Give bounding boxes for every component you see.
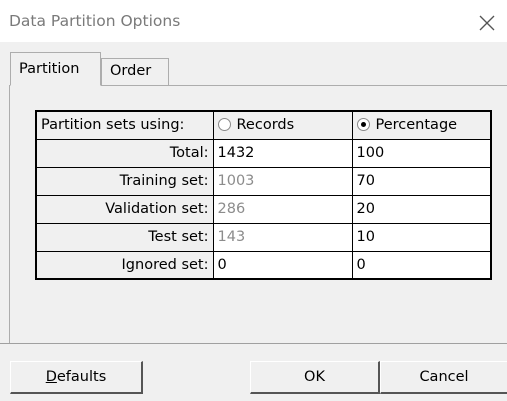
table-row: Ignored set: 0 0 [35, 250, 492, 280]
table-row: Total: 1432 100 [35, 138, 492, 168]
table-row: Test set: 143 10 [35, 222, 492, 252]
percentage-radio[interactable]: Percentage [351, 110, 492, 140]
row-label: Ignored set: [35, 250, 214, 280]
percentage-cell[interactable]: 70 [351, 166, 492, 196]
defaults-button[interactable]: Defaults [10, 361, 143, 394]
records-cell: 1003 [212, 166, 353, 196]
partition-table: Partition sets using: Records Percentage… [35, 110, 492, 280]
title-bar: Data Partition Options [0, 0, 507, 42]
tab-partition-label: Partition [19, 61, 80, 77]
records-cell[interactable]: 0 [212, 250, 353, 280]
percentage-cell[interactable]: 10 [351, 222, 492, 252]
close-icon[interactable] [474, 10, 500, 36]
records-cell: 286 [212, 194, 353, 224]
records-cell[interactable]: 1432 [212, 138, 353, 168]
ok-button[interactable]: OK [250, 361, 380, 394]
row-label: Training set: [35, 166, 214, 196]
percentage-cell[interactable]: 0 [351, 250, 492, 280]
button-separator [0, 343, 507, 344]
row-label: Test set: [35, 222, 214, 252]
tab-order-label: Order [110, 63, 152, 79]
row-label: Validation set: [35, 194, 214, 224]
tab-order[interactable]: Order [101, 58, 169, 86]
records-radio[interactable]: Records [212, 110, 353, 140]
percentage-cell[interactable]: 20 [351, 194, 492, 224]
tab-partition[interactable]: Partition [10, 52, 101, 86]
window-title: Data Partition Options [9, 12, 181, 30]
row-label: Total: [35, 138, 214, 168]
defaults-accelerator: D [45, 369, 57, 385]
percentage-radio-label: Percentage [375, 117, 458, 134]
cancel-button[interactable]: Cancel [380, 361, 507, 394]
partition-sets-label: Partition sets using: [35, 110, 214, 140]
defaults-label: efaults [56, 369, 107, 385]
table-row: Validation set: 286 20 [35, 194, 492, 224]
percentage-radio-circle[interactable] [356, 118, 370, 132]
percentage-cell[interactable]: 100 [351, 138, 492, 168]
table-header-row: Partition sets using: Records Percentage [35, 110, 492, 140]
records-cell: 143 [212, 222, 353, 252]
records-radio-label: Records [236, 117, 295, 134]
records-radio-circle[interactable] [217, 118, 231, 132]
table-row: Training set: 1003 70 [35, 166, 492, 196]
